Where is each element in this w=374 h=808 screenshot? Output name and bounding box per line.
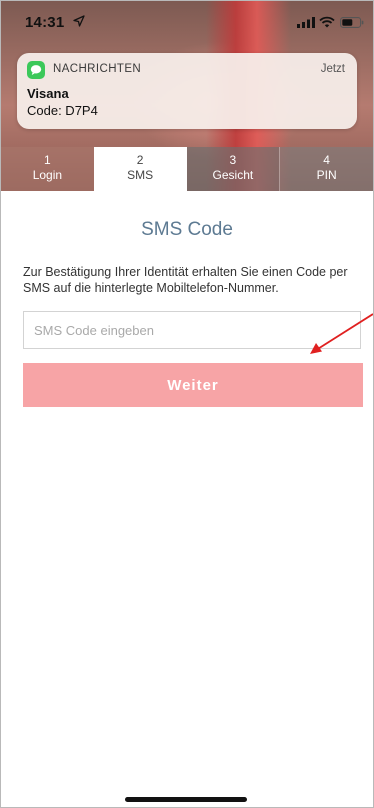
home-indicator[interactable] [125, 797, 247, 802]
continue-button[interactable]: Weiter [23, 363, 363, 407]
wifi-icon [319, 16, 335, 28]
notification-message: Code: D7P4 [27, 103, 98, 118]
annotation-arrow-icon [310, 313, 373, 354]
step-progress-tabs: 1 Login 2 SMS 3 Gesicht 4 PIN [1, 147, 373, 191]
step-label: SMS [127, 168, 154, 182]
status-bar: 14:31 [1, 1, 373, 45]
cellular-signal-icon [297, 17, 315, 28]
page-title: SMS Code [141, 219, 233, 240]
step-label: PIN [316, 168, 337, 182]
step-number: 4 [323, 153, 330, 167]
notification-time: Jetzt [320, 63, 345, 75]
notification-sender: Visana [27, 86, 69, 101]
step-label: Gesicht [212, 168, 254, 182]
status-time: 14:31 [25, 14, 65, 31]
instruction-text: Zur Bestätigung Ihrer Identität erhalten… [23, 265, 348, 295]
messages-app-icon [27, 61, 45, 79]
step-pin: 4 PIN [279, 147, 373, 191]
sms-notification-banner[interactable]: NACHRICHTEN Jetzt Visana Code: D7P4 [17, 53, 357, 129]
step-number: 2 [136, 153, 144, 167]
battery-icon [340, 17, 364, 28]
step-gesicht: 3 Gesicht [186, 147, 280, 191]
location-arrow-icon [73, 15, 85, 27]
phone-screen: 14:31 NACHRICHTEN Jetzt Visana Code: D7P… [0, 0, 374, 808]
notification-app-name: NACHRICHTEN [53, 63, 142, 75]
step-number: 1 [44, 153, 51, 167]
step-label: Login [32, 168, 63, 182]
step-number: 3 [229, 153, 237, 167]
step-login: 1 Login [1, 147, 94, 191]
step-sms-active: 2 SMS [93, 147, 187, 191]
